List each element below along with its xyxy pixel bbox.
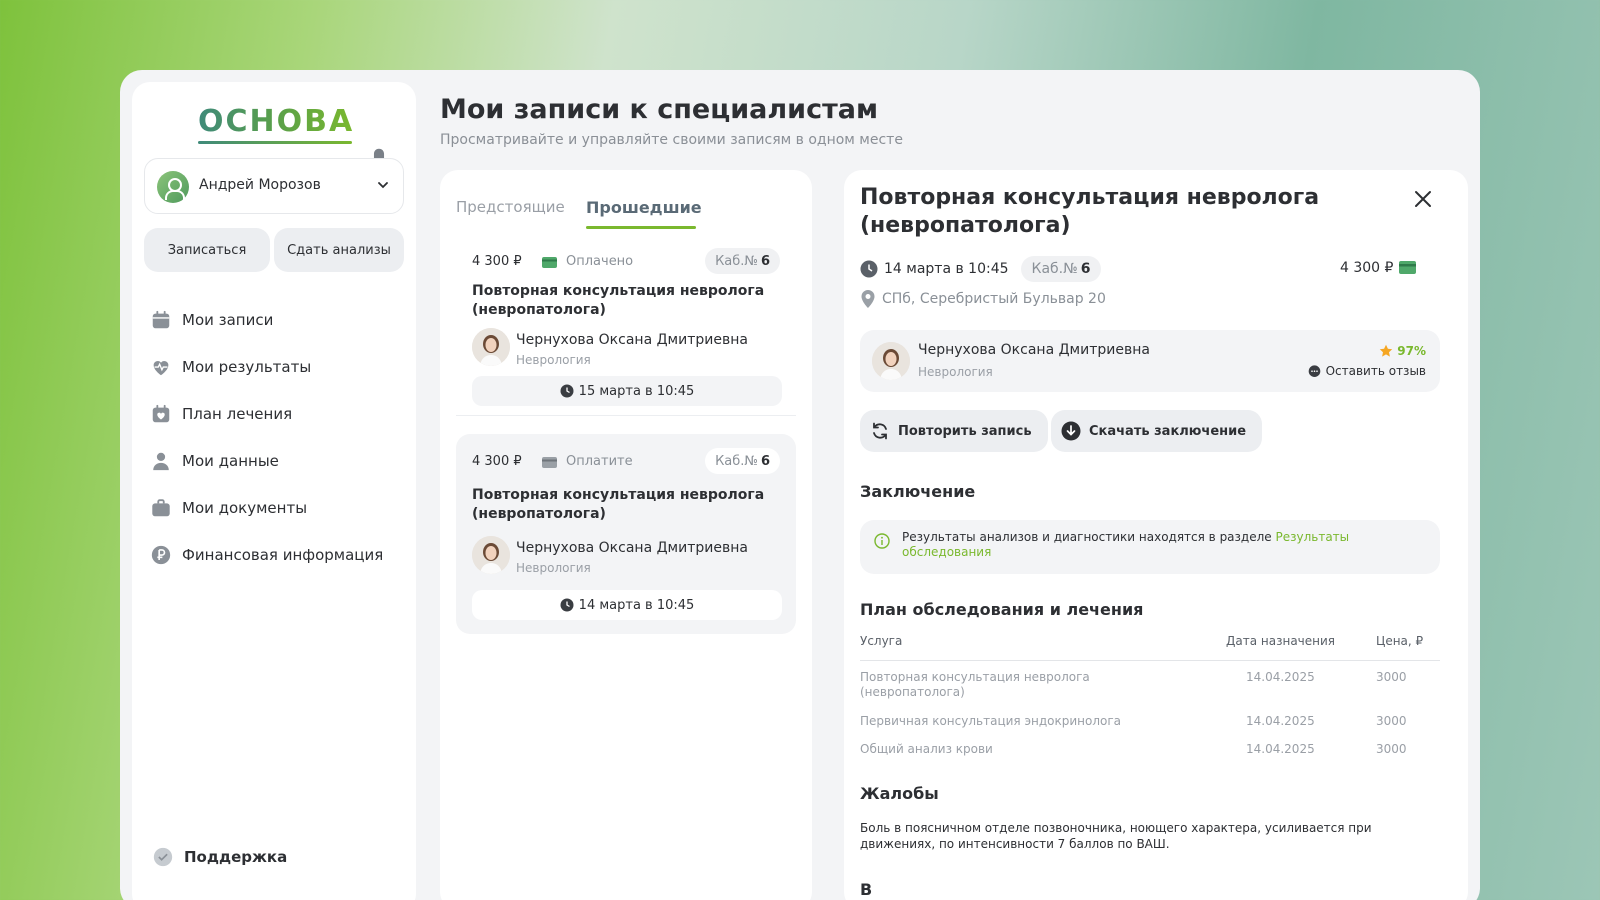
appointment-card[interactable]: 4 300 ₽ Оплатите Каб.№ 6 Повторная консул… — [456, 434, 796, 634]
plan-heading: План обследования и лечения — [860, 600, 1144, 619]
sidebar-item-results[interactable]: Мои результаты — [150, 343, 410, 390]
detail-address: СПб, Серебристый Бульвар 20 — [860, 290, 1106, 308]
download-icon — [1061, 421, 1081, 441]
column-header: Цена, ₽ — [1376, 634, 1424, 648]
clock-icon — [560, 598, 574, 612]
column-header: Услуга — [860, 634, 903, 648]
payment-status: Оплачено — [566, 254, 634, 269]
clock-icon — [860, 260, 878, 278]
table-divider — [860, 660, 1440, 661]
person-icon — [153, 452, 169, 470]
briefcase-icon — [152, 498, 170, 516]
appointment-price: 4 300 ₽ — [472, 254, 522, 269]
appointment-date: 14 марта в 10:45 — [472, 590, 782, 620]
detail-price: 4 300 ₽ — [1340, 260, 1417, 276]
app-window: ОСНОВА Андрей Морозов Записаться Сдать а… — [120, 70, 1480, 900]
sidebar-item-finance[interactable]: Финансовая информация — [150, 531, 410, 578]
sidebar-item-treatment-plan[interactable]: План лечения — [150, 390, 410, 437]
active-tab-indicator — [586, 226, 696, 229]
doctor-avatar — [872, 342, 910, 380]
detail-meta: 14 марта в 10:45 Каб.№ 6 — [860, 256, 1102, 282]
doctor-specialty: Неврология — [516, 561, 591, 575]
conclusion-heading: Заключение — [860, 482, 976, 501]
info-icon — [874, 533, 890, 549]
ruble-icon — [151, 545, 171, 564]
tab-upcoming[interactable]: Предстоящие — [456, 198, 565, 216]
appointment-card[interactable]: 4 300 ₽ Оплачено Каб.№ 6 Повторная консул… — [456, 242, 796, 416]
sidebar: ОСНОВА Андрей Морозов Записаться Сдать а… — [132, 82, 416, 900]
next-section-heading: В — [860, 880, 873, 899]
service-name: Повторная консультация невролога (невроп… — [472, 283, 765, 318]
detail-title: Повторная консультация невролога (невроп… — [860, 185, 1320, 238]
location-pin-icon — [861, 290, 875, 308]
doctor-rating: 97% — [1379, 344, 1426, 358]
logo-underline — [198, 141, 352, 144]
close-icon[interactable] — [1414, 190, 1432, 208]
detail-date: 14 марта в 10:45 — [884, 261, 1009, 277]
page-subtitle: Просматривайте и управляйте своими запис… — [440, 132, 903, 148]
sidebar-item-appointments[interactable]: Мои записи — [150, 296, 410, 343]
quick-actions: Записаться Сдать анализы — [144, 228, 404, 272]
doctor-info[interactable]: Чернухова Оксана Дмитриевна Неврология 9… — [860, 330, 1440, 392]
appointment-detail: Повторная консультация невролога (невроп… — [844, 170, 1468, 900]
book-button[interactable]: Записаться — [144, 228, 270, 272]
doctor-name: Чернухова Оксана Дмитриевна — [516, 540, 748, 556]
conclusion-info: Результаты анализов и диагностики находя… — [860, 520, 1440, 574]
cabinet-badge: Каб.№ 6 — [1020, 256, 1102, 282]
doctor-specialty: Неврология — [918, 365, 993, 379]
chat-bubble-icon — [1308, 364, 1320, 377]
card-paid-icon — [542, 257, 557, 268]
payment-status: Оплатите — [566, 454, 633, 469]
tab-past[interactable]: Прошедшие — [586, 198, 702, 217]
complaints-heading: Жалобы — [860, 784, 939, 803]
service-name: Повторная консультация невролога (невроп… — [472, 487, 765, 522]
page-title: Мои записи к специалистам — [440, 94, 879, 125]
calendar-heart-icon — [152, 404, 170, 422]
user-selector[interactable]: Андрей Морозов — [144, 158, 404, 214]
appointments-list: Предстоящие Прошедшие 4 300 ₽ Оплачено К… — [440, 170, 812, 900]
cabinet-badge: Каб.№ 6 — [705, 448, 780, 474]
doctor-avatar — [472, 536, 510, 574]
doctor-avatar — [472, 328, 510, 366]
heart-pulse-icon — [153, 360, 169, 375]
doctor-name: Чернухова Оксана Дмитриевна — [516, 332, 748, 348]
repeat-appointment-button[interactable]: Повторить запись — [860, 410, 1048, 452]
doctor-specialty: Неврология — [516, 353, 591, 367]
card-unpaid-icon — [542, 457, 557, 468]
brand-logo[interactable]: ОСНОВА — [198, 104, 352, 144]
leave-review-link[interactable]: Оставить отзыв — [1308, 364, 1426, 378]
download-conclusion-button[interactable]: Скачать заключение — [1051, 410, 1263, 452]
star-icon — [1380, 344, 1393, 357]
appointment-date: 15 марта в 10:45 — [472, 376, 782, 406]
refresh-icon — [873, 422, 887, 440]
tests-button[interactable]: Сдать анализы — [274, 228, 404, 272]
column-header: Дата назначения — [1226, 634, 1336, 648]
calendar-icon — [152, 310, 170, 328]
user-name: Андрей Морозов — [199, 177, 321, 193]
doctor-name: Чернухова Оксана Дмитриевна — [918, 342, 1150, 358]
sidebar-item-documents[interactable]: Мои документы — [150, 484, 410, 531]
chevron-down-icon — [378, 182, 388, 189]
clock-icon — [560, 384, 574, 398]
card-paid-icon — [1399, 261, 1417, 274]
support-link[interactable]: Поддержка — [152, 846, 287, 868]
sidebar-nav: Мои записи Мои результаты План лечения М… — [150, 296, 410, 578]
sidebar-item-my-data[interactable]: Мои данные — [150, 437, 410, 484]
appointment-price: 4 300 ₽ — [472, 454, 522, 469]
avatar — [157, 171, 189, 203]
chat-check-icon — [153, 847, 173, 867]
complaints-text: Боль в поясничном отделе позвоночника, н… — [860, 821, 1372, 851]
cabinet-badge: Каб.№ 6 — [705, 248, 780, 274]
